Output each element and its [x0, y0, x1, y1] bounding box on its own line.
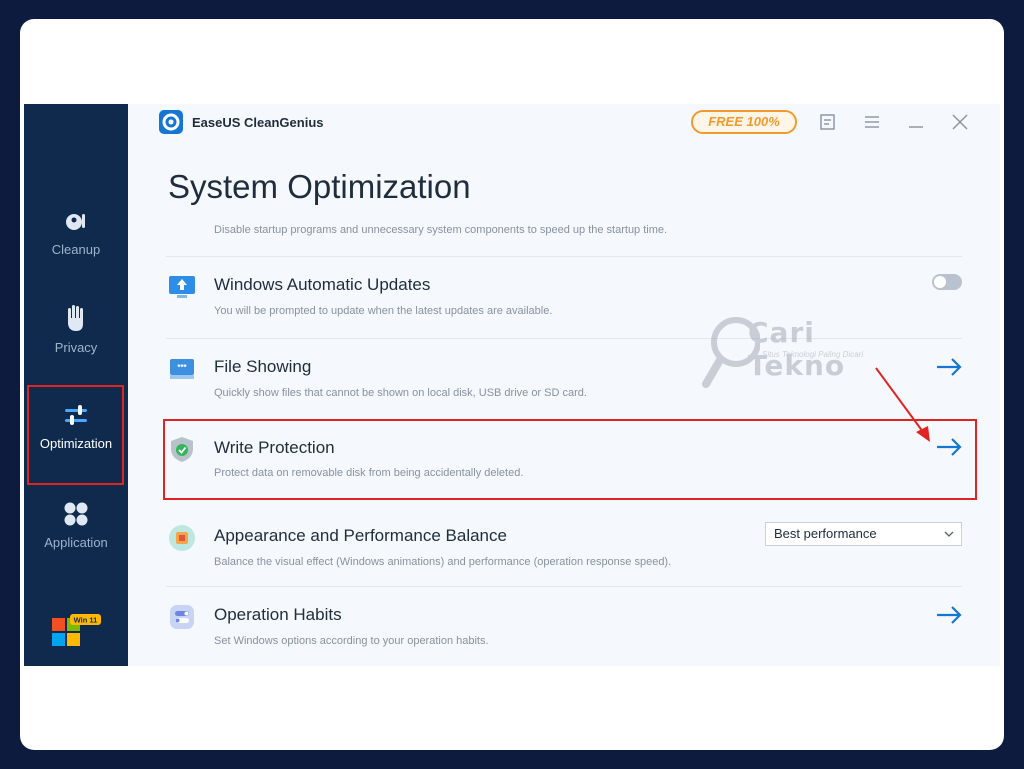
toggle-knob [934, 276, 946, 288]
close-icon[interactable] [950, 113, 970, 131]
watermark-text: Cari Tekno [748, 316, 846, 382]
chevron-down-icon [944, 531, 954, 537]
hand-icon [68, 305, 83, 331]
toggle-habits-icon [170, 605, 194, 629]
option-description: Balance the visual effect (Windows anima… [214, 556, 672, 568]
sidebar-item-cleanup[interactable]: Cleanup [24, 208, 128, 257]
option-title: File Showing [214, 357, 312, 376]
sidebar-item-label: Application [44, 535, 108, 550]
minimize-icon[interactable] [906, 113, 926, 131]
app-title: EaseUS CleanGenius [192, 115, 324, 130]
chip-icon [169, 525, 195, 551]
page-title: System Optimization [168, 168, 471, 205]
annotation-highlight-write-protection [163, 419, 977, 500]
performance-mode-select[interactable]: Best performance [765, 522, 962, 546]
sidebar-item-privacy[interactable]: Privacy [24, 304, 128, 355]
watermark: Cari Tekno Situs Teknologi Paling Dicari [700, 312, 900, 392]
sidebar-item-label: Privacy [54, 340, 98, 355]
option-appearance-performance: Appearance and Performance Balance Balan… [166, 508, 962, 590]
select-value: Best performance [774, 526, 877, 541]
windows-11-badge[interactable]: Win 11 [52, 614, 102, 651]
sidebar-item-label: Cleanup [51, 242, 101, 257]
menu-icon[interactable] [862, 113, 882, 131]
monitor-update-icon [169, 276, 195, 298]
feedback-icon[interactable] [818, 113, 838, 131]
sidebar-item-application[interactable]: Application [24, 501, 128, 550]
free-badge[interactable]: FREE 100% [691, 110, 797, 134]
title-bar: EaseUS CleanGenius FREE 100% [128, 104, 1000, 140]
apps-icon [64, 502, 88, 526]
watermark-tagline: Situs Teknologi Paling Dicari [762, 350, 864, 359]
option-description: You will be prompted to update when the … [214, 305, 553, 317]
app-logo-icon [159, 110, 183, 134]
option-description: Set Windows options according to your op… [214, 635, 489, 647]
arrow-right-icon[interactable] [936, 605, 962, 625]
sidebar: Cleanup Privacy Optimization Application… [24, 104, 128, 666]
broom-icon [66, 214, 85, 230]
svg-text:***: *** [177, 363, 187, 372]
file-show-icon: *** [170, 359, 194, 379]
option-title: Operation Habits [214, 605, 342, 624]
windows-logo-icon: Win 11 [52, 614, 101, 646]
automatic-updates-toggle[interactable] [932, 274, 962, 290]
option-title: Appearance and Performance Balance [214, 526, 507, 545]
option-operation-habits[interactable]: Operation Habits Set Windows options acc… [166, 586, 962, 668]
startup-description: Disable startup programs and unnecessary… [214, 224, 668, 236]
option-description: Quickly show files that cannot be shown … [214, 387, 587, 399]
annotation-highlight-sidebar [27, 385, 124, 485]
win-badge-label: Win 11 [74, 616, 98, 625]
option-title: Windows Automatic Updates [214, 275, 431, 294]
